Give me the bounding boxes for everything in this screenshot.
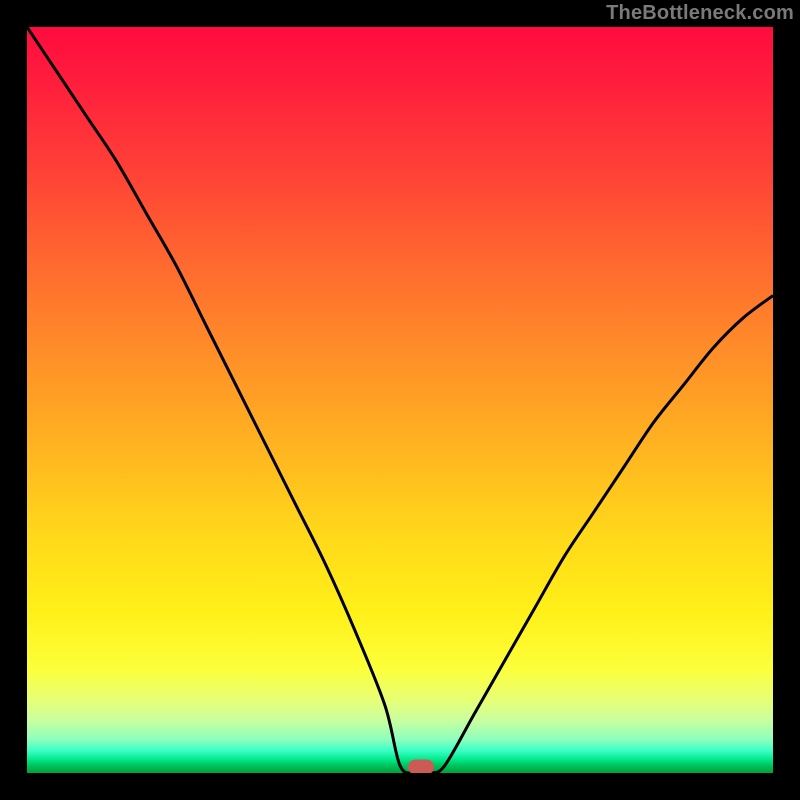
minimum-marker (408, 760, 434, 773)
attribution-text: TheBottleneck.com (606, 2, 794, 25)
chart-frame: TheBottleneck.com (0, 0, 800, 800)
plot-area (27, 27, 773, 773)
curve-path (27, 27, 773, 773)
bottleneck-curve (27, 27, 773, 773)
